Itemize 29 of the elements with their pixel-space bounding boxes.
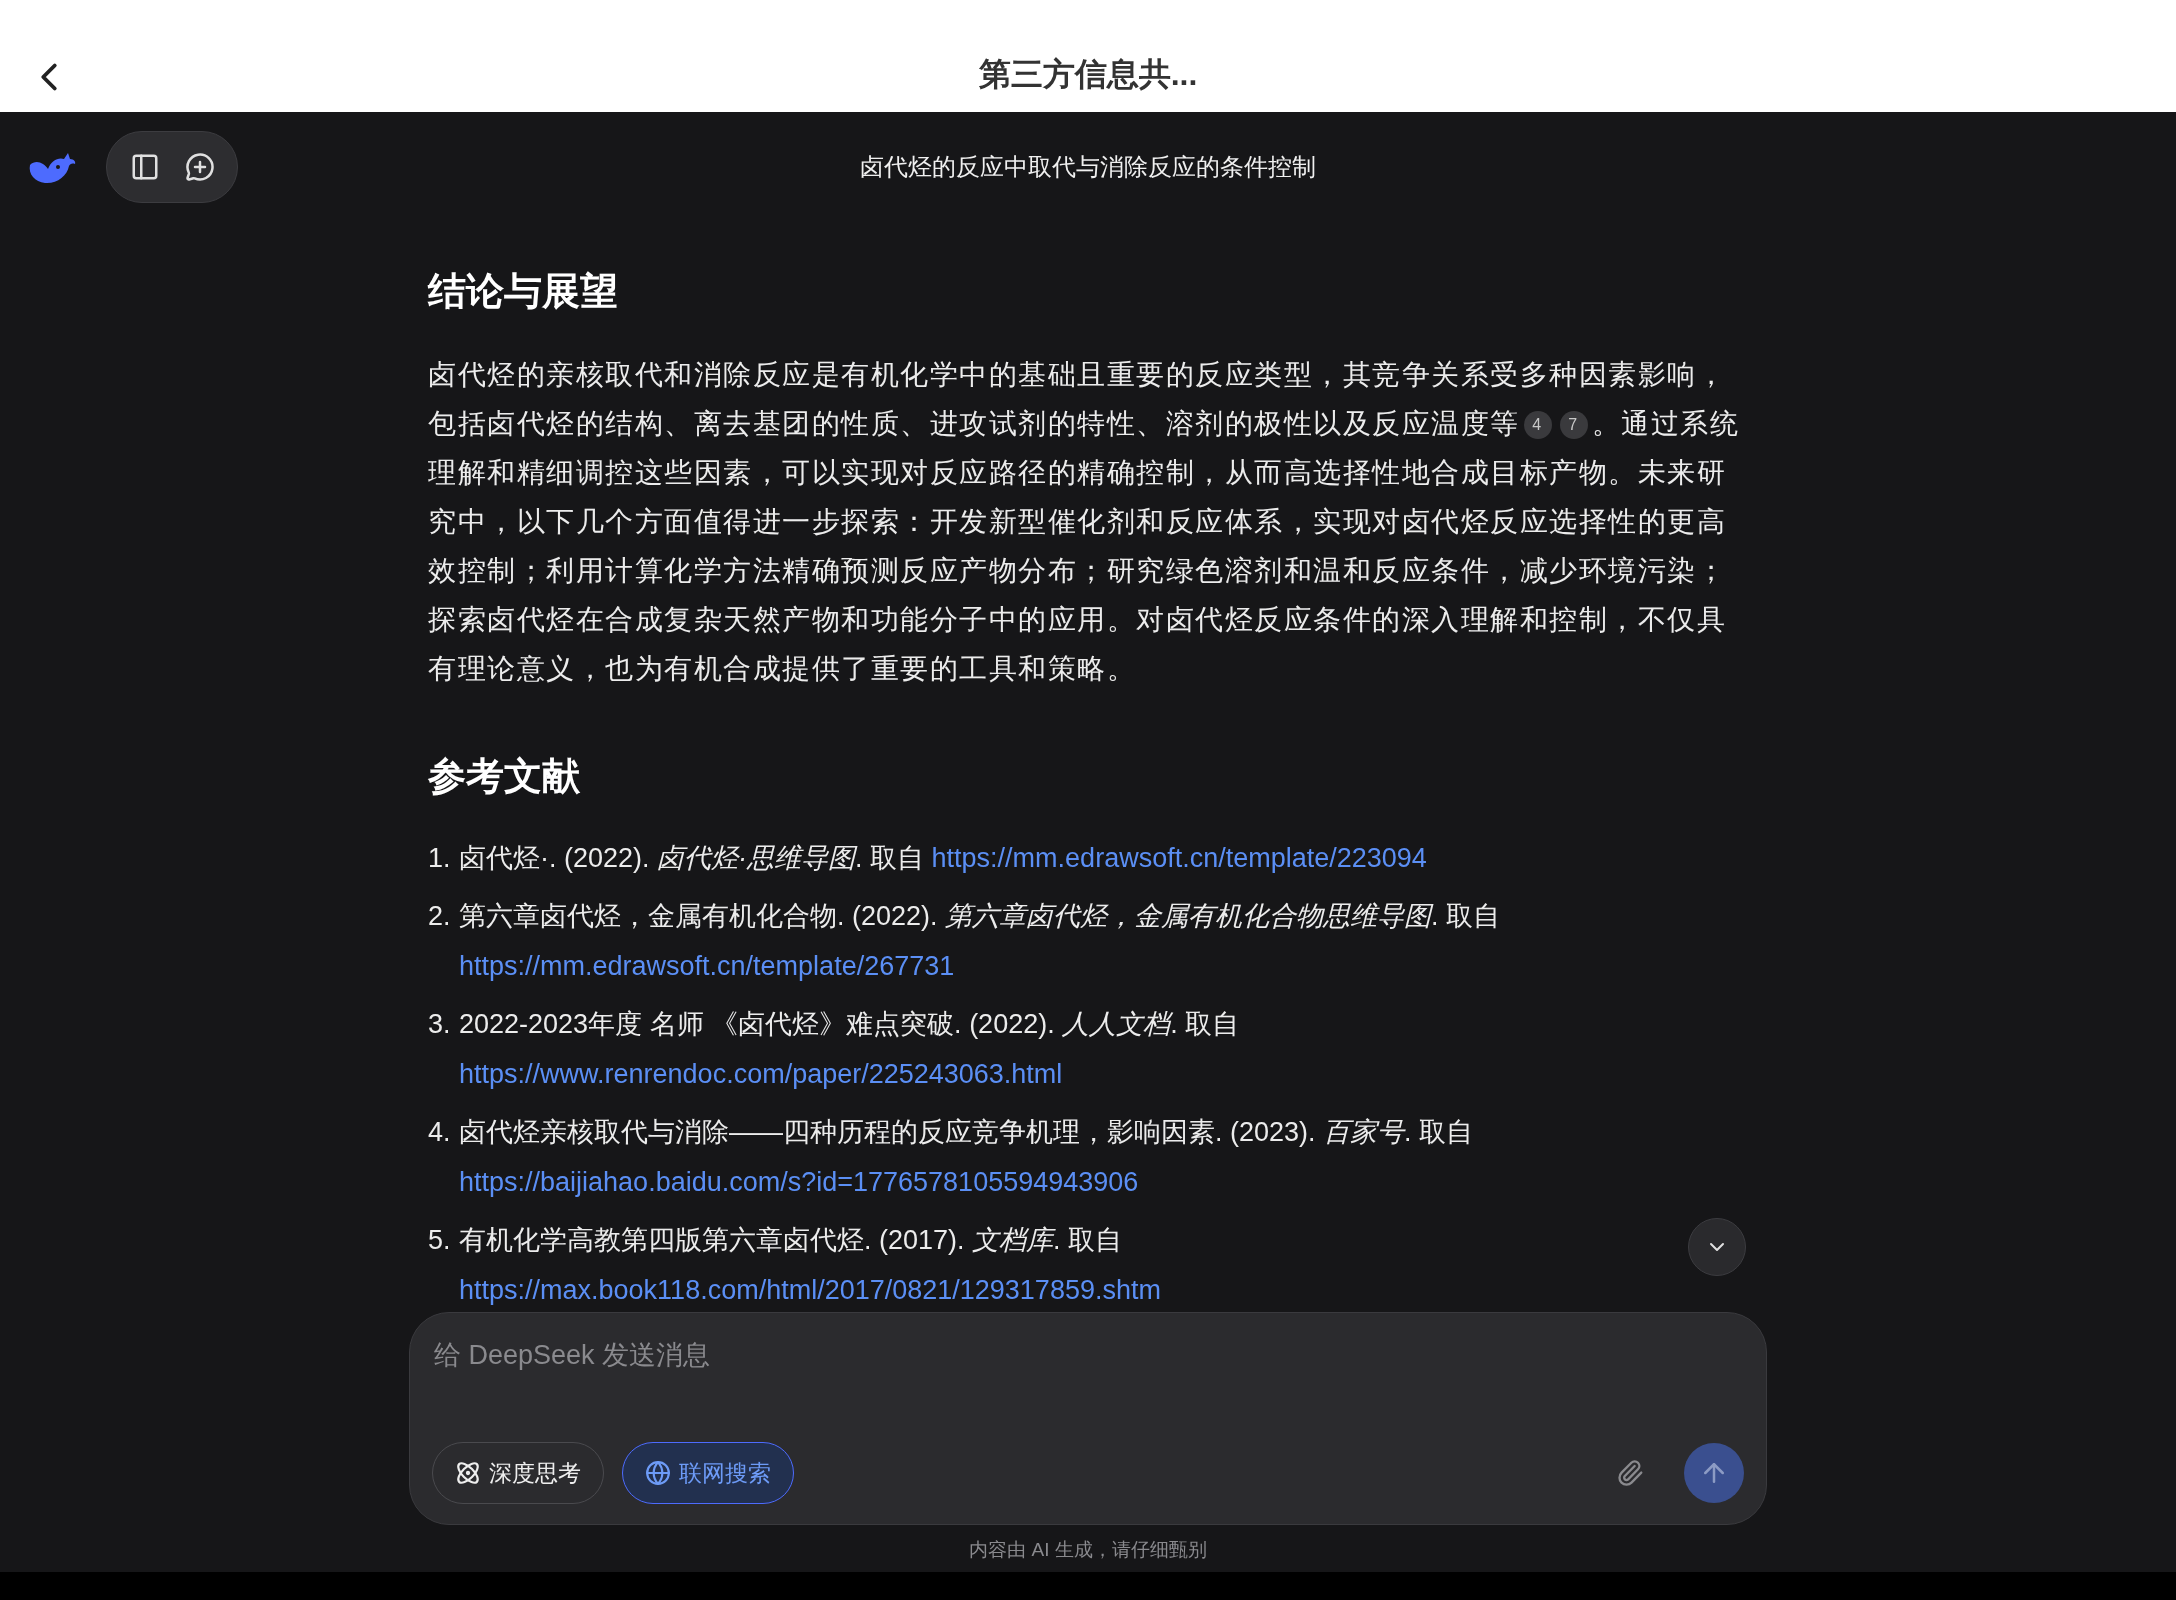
chat-title: 卤代烃的反应中取代与消除反应的条件控制 [860, 152, 1316, 182]
message-input[interactable]: 给 DeepSeek 发送消息 [432, 1335, 1744, 1376]
section-heading: 结论与展望 [428, 269, 619, 314]
list-number: 1. [428, 842, 452, 875]
reference-text: 有机化学高教第四版第六章卤代烃. (2017). 文档库. 取自 https://max.book118.com/html/2017/0821/129317859.shtm [459, 1224, 1162, 1307]
atom-icon [455, 1460, 481, 1486]
reference-link[interactable]: https://mm.edrawsoft.cn/template/267731 [459, 951, 955, 981]
page-title: 第三方信息共... [978, 55, 1198, 94]
globe-icon [645, 1460, 671, 1486]
reference-link[interactable]: https://max.book118.com/html/2017/0821/129317859.shtm [459, 1275, 1161, 1305]
list-number: 4. [428, 1116, 452, 1149]
attach-icon[interactable] [1616, 1459, 1644, 1487]
reference-link[interactable]: https://mm.edrawsoft.cn/template/223094 [931, 843, 1427, 873]
reference-text: 卤代烃·. (2022). 卤代烃·思维导图. 取自 https://mm.edrawsoft.cn/template/223094 [459, 842, 1427, 875]
reference-text: 2022-2023年度 名师 《卤代烃》难点突破. (2022). 人人文档. 取自 https://www.renrendoc.com/paper/225243063.html [459, 1008, 1241, 1091]
section-heading: 参考文献 [428, 754, 581, 799]
citation-badge[interactable]: 4 [1523, 411, 1552, 439]
reference-link[interactable]: https://baijiahao.baidu.com/s?id=1776578105594943906 [459, 1167, 1139, 1197]
reference-text: 卤代烃亲核取代与消除——四种历程的反应竞争机理，影响因素. (2023). 百家号. 取自 https://baijiahao.baidu.com/s?id=1776578105594943906 [459, 1116, 1475, 1199]
new-chat-icon[interactable] [184, 152, 215, 182]
reference-link[interactable]: https://www.renrendoc.com/paper/225243063.html [459, 1059, 1063, 1089]
citation-badge[interactable]: 7 [1559, 411, 1588, 439]
list-number: 5. [428, 1224, 452, 1257]
toggle-button[interactable]: 联网搜索 [622, 1442, 794, 1504]
disclaimer-text: 内容由 AI 生成，请仔细甄别 [969, 1538, 1207, 1562]
list-number: 3. [428, 1008, 452, 1041]
list-number: 2. [428, 900, 452, 933]
reference-text: 第六章卤代烃，金属有机化合物. (2022). 第六章卤代烃，金属有机化合物思维导图. 取自 https://mm.edrawsoft.cn/template/267731 [459, 900, 1502, 983]
paragraph: 卤代烃的亲核取代和消除反应是有机化学中的基础且重要的反应类型，其竞争关系受多种因素影响，包括卤代烃的结构、离去基团的性质、进攻试剂的特性、溶剂的极性以及反应温度等 4 7 。通过系统理解和精细调控这些因素，可以实现对反应路径的精确控制，从而高选择性地合成目标产物。未来研究中，以下几个方面值得进一步探索：开发新型催化剂和反应体系，实现对卤代烃反应选择性的更高效控制；利用计算化学方法精确预测反应产物分布；研究绿色溶剂和温和反应条件，减少环境污染；探索卤代烃在合成复杂天然产物和功能分子中的应用。对卤代烃反应条件的深入理解和控制，不仅具有理论意义，也为有机合成提供了重要的工具和策略。 [428, 358, 1740, 686]
